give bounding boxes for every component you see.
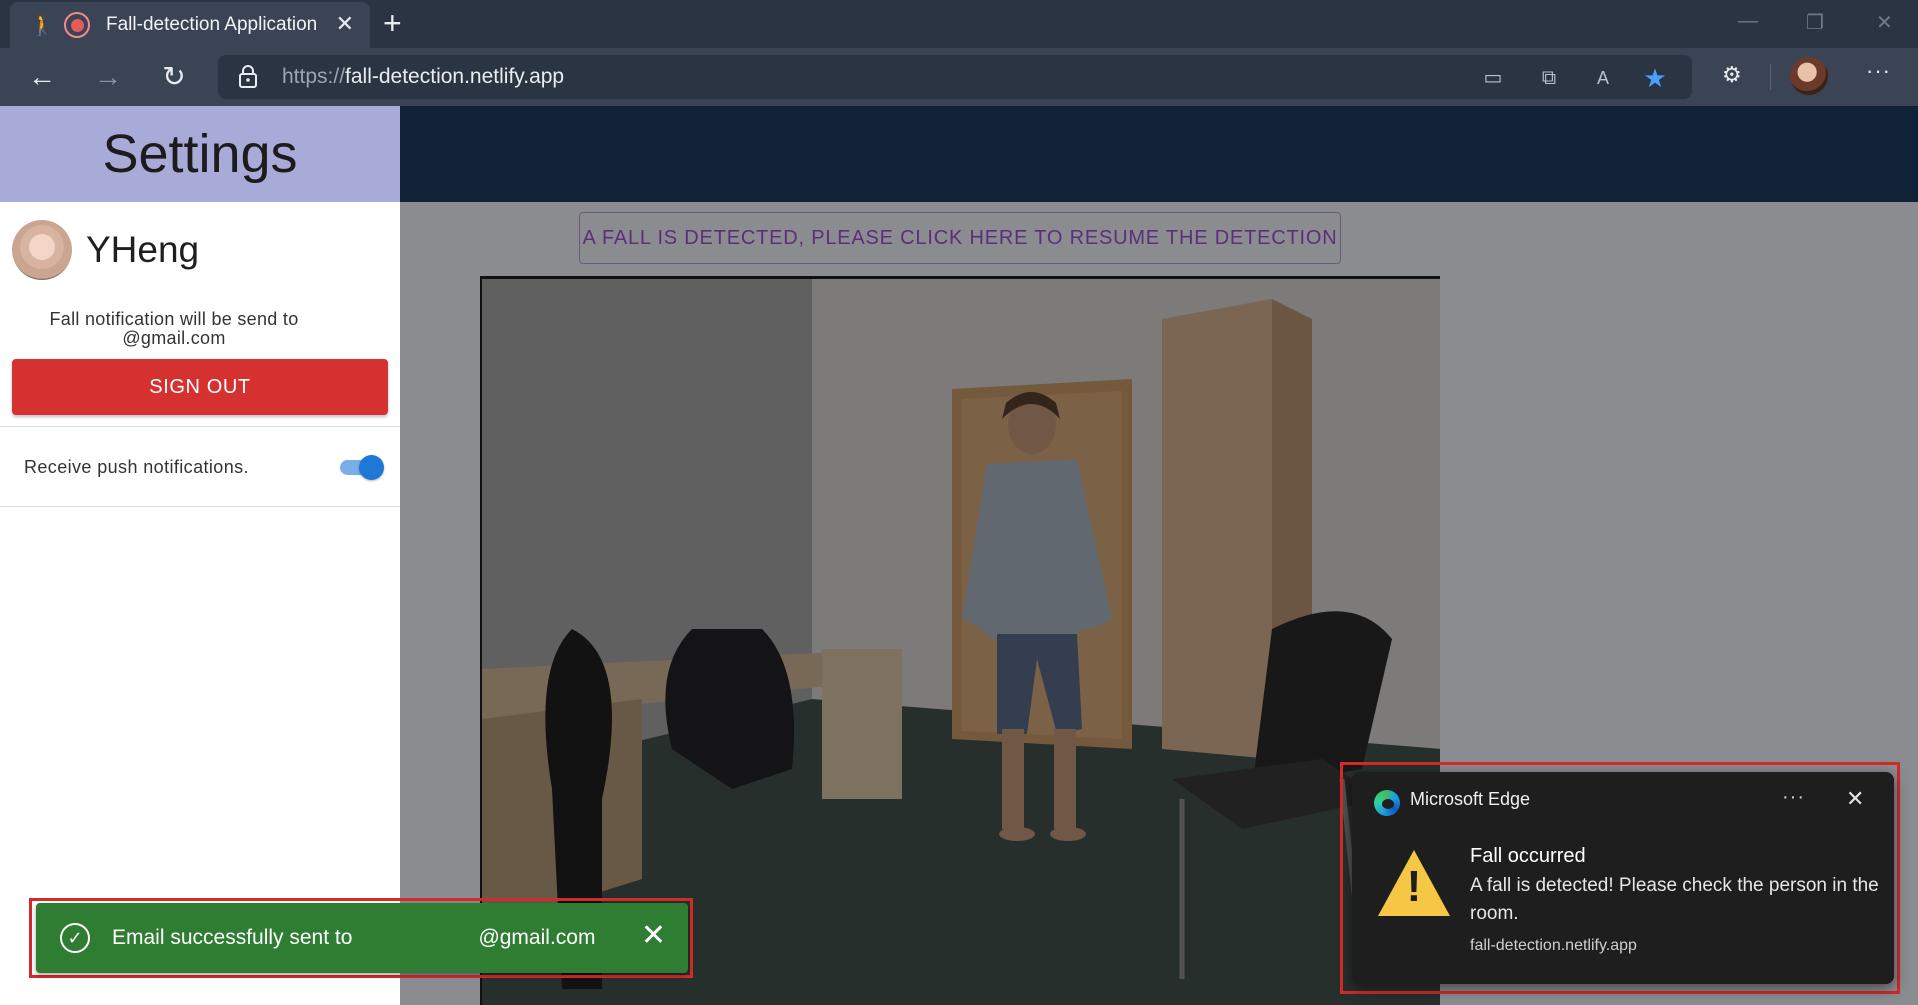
tab-title: Fall-detection Application <box>106 14 318 35</box>
check-circle-icon: ✓ <box>60 923 90 953</box>
site-favicon-icon: 🚶 <box>30 14 55 37</box>
push-notification-setting: Receive push notifications. <box>24 454 384 480</box>
username: YHeng <box>86 229 200 270</box>
edge-logo-icon <box>1374 790 1400 816</box>
restore-icon[interactable]: ❐ <box>1806 10 1824 35</box>
push-notification-toggle[interactable] <box>338 454 384 480</box>
settings-title: Settings <box>102 124 298 184</box>
back-button[interactable]: ← <box>22 58 62 96</box>
open-in-app-icon[interactable]: ⧉ <box>1536 65 1562 91</box>
push-notification-label: Receive push notifications. <box>24 456 249 477</box>
tab-close-icon[interactable]: ✕ <box>336 13 354 35</box>
lock-icon[interactable] <box>238 64 258 88</box>
address-bar[interactable]: https://fall-detection.netlify.app ▭ ⧉ A… <box>218 55 1692 99</box>
read-aloud-icon[interactable]: A <box>1590 65 1616 91</box>
edge-notification[interactable]: Microsoft Edge ··· ✕ ! Fall occurred A f… <box>1352 772 1894 984</box>
sign-out-button[interactable]: SIGN OUT <box>12 359 388 415</box>
notification-app-name: Microsoft Edge <box>1410 789 1531 809</box>
divider <box>0 506 400 507</box>
browser-tab[interactable]: 🚶 Fall-detection Application ✕ <box>10 2 370 48</box>
notification-body: A fall is detected! Please check the per… <box>1470 875 1879 924</box>
toast-close-icon[interactable]: ✕ <box>641 921 666 951</box>
more-menu-icon[interactable]: ··· <box>1866 58 1891 84</box>
browser-toolbar: ← → ↻ https://fall-detection.netlify.app… <box>0 48 1918 106</box>
notification-source: fall-detection.netlify.app <box>1470 937 1637 954</box>
url-text[interactable]: https://fall-detection.netlify.app <box>282 65 564 89</box>
camera-icon[interactable]: ▭ <box>1480 65 1506 91</box>
email-success-toast: ✓ Email successfully sent to @gmail.com … <box>36 903 688 973</box>
divider <box>0 426 400 427</box>
forward-button[interactable]: → <box>88 58 128 96</box>
toast-message: Email successfully sent to <box>112 926 353 949</box>
recording-indicator-icon <box>64 12 90 38</box>
extensions-icon[interactable]: ⚙ <box>1722 62 1742 88</box>
settings-header: Settings <box>0 106 400 202</box>
video-overlay <box>482 279 1440 1005</box>
favorite-star-icon[interactable]: ★ <box>1642 65 1668 91</box>
app-header-bar <box>400 106 1918 202</box>
minimize-icon[interactable]: — <box>1738 10 1758 33</box>
notification-more-icon[interactable]: ··· <box>1782 786 1805 809</box>
profile-avatar[interactable] <box>1790 57 1828 95</box>
tab-bar: 🚶 Fall-detection Application ✕ + — ❐ ✕ <box>0 0 1918 48</box>
warning-exclamation-icon: ! <box>1406 862 1422 911</box>
window-close-icon[interactable]: ✕ <box>1876 10 1893 35</box>
toast-email: @gmail.com <box>478 926 596 949</box>
user-avatar <box>12 220 72 280</box>
new-tab-button[interactable]: + <box>383 7 402 39</box>
notification-close-icon[interactable]: ✕ <box>1846 786 1864 812</box>
reload-button[interactable]: ↻ <box>154 58 194 96</box>
notification-email-text: Fall notification will be send to @gmail… <box>49 309 299 348</box>
toolbar-divider <box>1770 64 1771 90</box>
user-profile: YHeng <box>12 220 199 280</box>
notification-title: Fall occurred <box>1470 845 1586 867</box>
resume-detection-button[interactable]: A FALL IS DETECTED, PLEASE CLICK HERE TO… <box>579 212 1341 264</box>
settings-sidebar: Settings YHeng Fall notification will be… <box>0 106 400 1005</box>
camera-video-feed <box>480 276 1440 1005</box>
